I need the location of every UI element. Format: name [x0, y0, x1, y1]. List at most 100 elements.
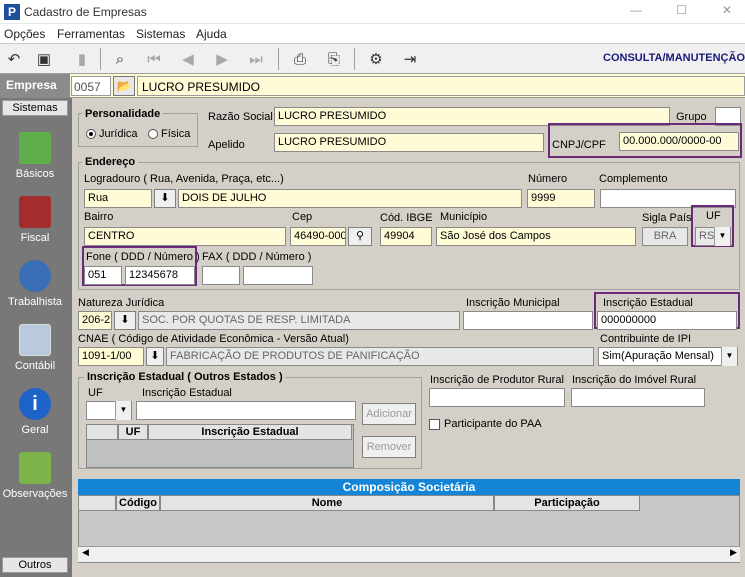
sidebar-item-label: Contábil: [14, 360, 56, 372]
insc-municipal-label: Inscrição Municipal: [466, 297, 560, 309]
insc-municipal-field[interactable]: [463, 311, 593, 330]
sidebar-item-label: Básicos: [15, 168, 55, 180]
previous-record-icon[interactable]: ◀: [176, 47, 200, 71]
radio-juridica[interactable]: Jurídica: [86, 128, 138, 140]
menu-sistemas[interactable]: Sistemas: [136, 27, 185, 41]
search-document-icon[interactable]: ⌕: [108, 47, 132, 71]
pais-field[interactable]: BRA: [642, 227, 688, 246]
new-document-icon[interactable]: ▮: [70, 47, 94, 71]
sidebar-item-fiscal[interactable]: Fiscal: [0, 196, 70, 244]
tipo-lookup-button[interactable]: ⬇: [154, 189, 176, 208]
composicao-col-codigo: Código: [116, 495, 160, 511]
apelido-field[interactable]: LUCRO PRESUMIDO: [274, 133, 544, 152]
checkbox-box: [429, 418, 440, 430]
sidebar-item-trabalhista[interactable]: Trabalhista: [0, 260, 70, 308]
print-setup-icon[interactable]: ⎘: [322, 47, 346, 71]
municipio-field[interactable]: São José dos Campos: [436, 227, 636, 246]
radio-label: Jurídica: [99, 128, 138, 140]
tipo-logradouro-field[interactable]: Rua: [84, 189, 152, 208]
remover-button[interactable]: Remover: [362, 436, 416, 458]
sidebar-item-contabil[interactable]: Contábil: [0, 324, 70, 372]
cnpj-field[interactable]: 00.000.000/0000-00: [619, 132, 739, 151]
company-code-field[interactable]: 0057: [71, 76, 111, 96]
sidebar-header[interactable]: Sistemas: [2, 100, 68, 116]
produtor-rural-field[interactable]: [429, 388, 565, 407]
ipi-select[interactable]: Sim(Apuração Mensal): [598, 347, 738, 366]
window-title: Cadastro de Empresas: [24, 5, 147, 19]
menu-opcoes[interactable]: Opções: [4, 27, 45, 41]
fone-ddd-field[interactable]: 051: [84, 266, 122, 285]
save-icon[interactable]: ▣: [32, 47, 56, 71]
toolbar-separator: [278, 48, 279, 70]
exit-icon[interactable]: ⇥: [398, 47, 422, 71]
outros-col-uf: UF: [118, 424, 148, 440]
natureza-code-field[interactable]: 206-2: [78, 311, 112, 330]
title-bar: P Cadastro de Empresas — ☐ ✕: [0, 0, 745, 24]
bairro-field[interactable]: CENTRO: [84, 227, 286, 246]
composicao-col-nome: Nome: [160, 495, 494, 511]
company-name-field[interactable]: LUCRO PRESUMIDO: [137, 76, 745, 96]
cnae-desc-field: FABRICAÇÃO DE PRODUTOS DE PANIFICAÇÃO: [166, 347, 594, 366]
outros-ie-field[interactable]: [136, 401, 356, 420]
binoculars-icon[interactable]: ⚲: [348, 227, 372, 246]
chevron-down-icon[interactable]: ▼: [714, 227, 730, 246]
ibge-field[interactable]: 49904: [380, 227, 432, 246]
cep-field[interactable]: 46490-000: [290, 227, 346, 246]
next-record-icon[interactable]: ▶: [210, 47, 234, 71]
bairro-label: Bairro: [84, 211, 114, 223]
fone-numero-field[interactable]: 12345678: [125, 266, 195, 285]
sidebar-item-observacoes[interactable]: Observações: [0, 452, 70, 500]
horizontal-scrollbar[interactable]: [78, 546, 740, 562]
company-bar: Empresa 0057 📂 LUCRO PRESUMIDO: [0, 74, 745, 98]
cnae-lookup-button[interactable]: ⬇: [146, 347, 164, 366]
insc-estadual-field[interactable]: 000000000: [597, 311, 737, 330]
outros-grid-corner: [86, 424, 118, 440]
first-record-icon[interactable]: ⏮: [142, 47, 166, 71]
logradouro-field[interactable]: DOIS DE JULHO: [178, 189, 522, 208]
scroll-right-icon[interactable]: ▶: [730, 547, 737, 558]
info-icon: i: [19, 388, 51, 420]
print-icon[interactable]: ⎙: [288, 47, 312, 71]
undo-icon[interactable]: ↶: [2, 47, 26, 71]
chevron-down-icon[interactable]: ▼: [721, 347, 737, 366]
natureza-desc-field: SOC. POR QUOTAS DE RESP. LIMITADA: [138, 311, 460, 330]
cnae-code-field[interactable]: 1091-1/00: [78, 347, 144, 366]
radio-dot: [86, 129, 96, 139]
fax-ddd-field[interactable]: [202, 266, 240, 285]
imovel-rural-label: Inscrição do Imóvel Rural: [572, 374, 697, 386]
numero-field[interactable]: 9999: [527, 189, 595, 208]
menu-ajuda[interactable]: Ajuda: [196, 27, 227, 41]
endereco-title: Endereço: [82, 156, 139, 168]
toolbar: ↶ ▣ ▮ ⌕ ⏮ ◀ ▶ ⏭ ⎙ ⎘ ⚙ ⇥ CONSULTA/MANUTEN…: [0, 44, 745, 74]
minimize-icon[interactable]: —: [630, 3, 642, 17]
complemento-label: Complemento: [599, 173, 668, 185]
sidebar-item-geral[interactable]: i Geral: [0, 388, 70, 436]
close-icon[interactable]: ✕: [722, 3, 732, 17]
notebook-icon: [19, 132, 51, 164]
scroll-left-icon[interactable]: ◀: [82, 547, 89, 558]
sidebar-item-basicos[interactable]: Básicos: [0, 132, 70, 180]
menu-ferramentas[interactable]: Ferramentas: [57, 27, 125, 41]
notepad-pen-icon: [19, 452, 51, 484]
maximize-icon[interactable]: ☐: [676, 3, 687, 17]
chevron-down-icon[interactable]: ▼: [115, 401, 131, 420]
tools-icon[interactable]: ⚙: [364, 47, 388, 71]
sidebar-footer[interactable]: Outros: [2, 557, 68, 573]
logradouro-label: Logradouro ( Rua, Avenida, Praça, etc...…: [84, 173, 284, 185]
adicionar-button[interactable]: Adicionar: [362, 403, 416, 425]
calculator-icon: [19, 324, 51, 356]
grupo-label: Grupo: [676, 111, 707, 123]
outros-col-ie: Inscrição Estadual: [148, 424, 352, 440]
paa-checkbox[interactable]: Participante do PAA: [429, 418, 542, 430]
radio-fisica[interactable]: Física: [148, 128, 190, 140]
book-icon: [19, 196, 51, 228]
mode-label: CONSULTA/MANUTENÇÃO: [603, 52, 745, 64]
company-label: Empresa: [0, 74, 70, 98]
app-icon: P: [4, 4, 20, 20]
fax-numero-field[interactable]: [243, 266, 313, 285]
pais-label: Sigla País: [642, 212, 692, 224]
natureza-lookup-button[interactable]: ⬇: [114, 311, 136, 330]
open-folder-icon[interactable]: 📂: [113, 76, 135, 96]
imovel-rural-field[interactable]: [571, 388, 705, 407]
last-record-icon[interactable]: ⏭: [244, 47, 268, 71]
